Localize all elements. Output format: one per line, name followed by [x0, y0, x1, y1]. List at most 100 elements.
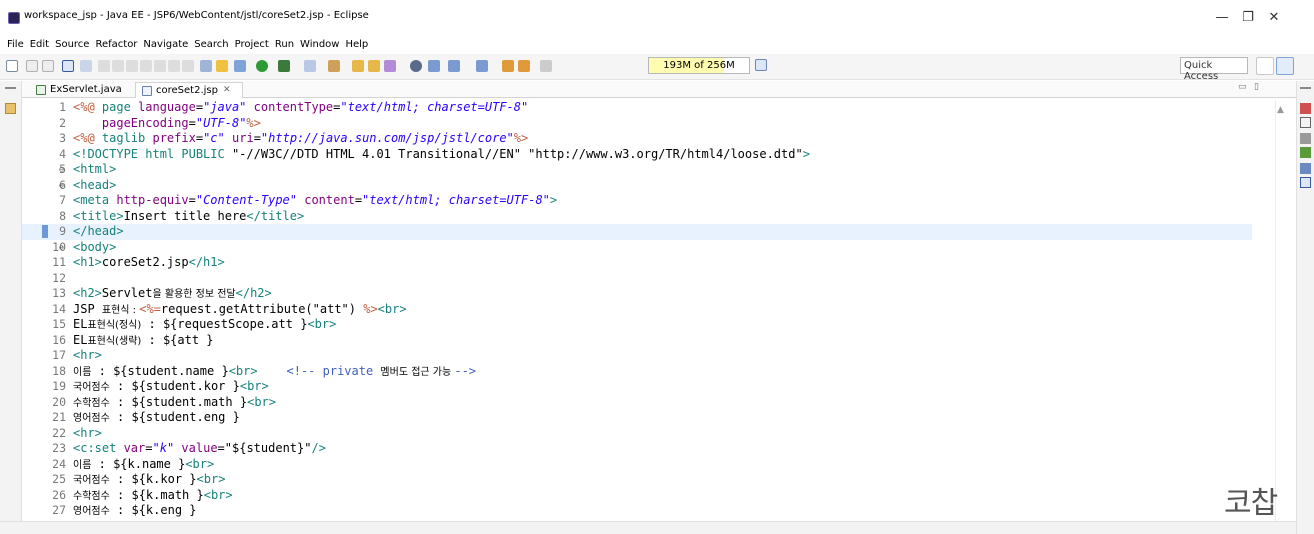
new-server-icon[interactable]	[304, 60, 316, 72]
code-line[interactable]: 16 EL표현식(생략) : ${att }	[22, 333, 1252, 349]
data-source-icon[interactable]	[1300, 163, 1311, 174]
code-line[interactable]: 5 ⊖ <html>	[22, 162, 1252, 178]
code-line[interactable]: 7 <meta http-equiv="Content-Type" content…	[22, 193, 1252, 209]
console-icon[interactable]	[1300, 177, 1311, 188]
quick-access-input[interactable]: Quick Access	[1180, 57, 1248, 82]
code-line[interactable]: 8 <title>Insert title here</title>	[22, 209, 1252, 225]
servers-icon[interactable]	[200, 60, 212, 72]
code-editor[interactable]: 1 <%@ page language="java" contentType="t…	[22, 100, 1296, 521]
terminal-icon[interactable]	[62, 60, 74, 72]
code-line[interactable]: 25 국어점수 : ${k.kor }<br>	[22, 472, 1252, 488]
left-trim-stack	[0, 81, 22, 534]
markers-icon[interactable]	[1300, 133, 1311, 144]
toggle-mark-icon[interactable]	[410, 60, 422, 72]
tab-label: coreSet2.jsp	[156, 85, 218, 96]
save-icon[interactable]	[26, 60, 38, 72]
annotation-icon[interactable]	[428, 60, 440, 72]
code-line[interactable]: 26 수학점수 : ${k.math }<br>	[22, 488, 1252, 504]
vertical-scrollbar[interactable]	[1275, 100, 1292, 521]
code-line[interactable]: 27 영어점수 : ${k.eng }	[22, 503, 1252, 519]
code-line[interactable]: 6 ⊖ <head>	[22, 178, 1252, 194]
project-explorer-icon[interactable]	[5, 103, 16, 114]
save-all-icon[interactable]	[42, 60, 54, 72]
code-line[interactable]: 4 <!DOCTYPE html PUBLIC "-//W3C//DTD HTML…	[22, 147, 1252, 163]
status-bar	[0, 521, 1296, 534]
back-icon[interactable]	[518, 60, 530, 72]
code-line[interactable]: 15 EL표현식(정식) : ${requestScope.att }<br>	[22, 317, 1252, 333]
code-line[interactable]: 1 <%@ page language="java" contentType="t…	[22, 100, 1252, 116]
scroll-up-icon[interactable]: ▲	[1277, 105, 1284, 115]
java-ee-perspective-icon[interactable]	[1276, 57, 1294, 75]
code-line[interactable]: 18 이름 : ${student.name }<br> <!-- private…	[22, 364, 1252, 380]
menu-search[interactable]: Search	[191, 36, 231, 50]
code-line[interactable]: 23 <c:set var="k" value="${student}"/>	[22, 441, 1252, 457]
skip-breakpoints-icon[interactable]	[80, 60, 92, 72]
code-line[interactable]: 17 <hr>	[22, 348, 1252, 364]
step-return-icon[interactable]	[182, 60, 194, 72]
fold-toggle-icon[interactable]: ⊖	[59, 240, 64, 256]
external-tools-icon[interactable]	[216, 60, 228, 72]
next-annotation-icon[interactable]	[448, 60, 460, 72]
menu-file[interactable]: File	[4, 36, 27, 50]
previous-annotation-icon[interactable]	[476, 60, 488, 72]
line-number: 18	[52, 363, 66, 378]
restore-icon[interactable]	[1300, 87, 1311, 98]
code-line[interactable]: 3 <%@ taglib prefix="c" uri="http://java.…	[22, 131, 1252, 147]
code-line[interactable]: 24 이름 : ${k.name }<br>	[22, 457, 1252, 473]
disconnect-icon[interactable]	[140, 60, 152, 72]
code-line[interactable]: 2 pageEncoding="UTF-8"%>	[22, 116, 1252, 132]
open-folder-icon[interactable]	[368, 60, 380, 72]
task-list-icon[interactable]	[1300, 117, 1311, 128]
step-into-icon[interactable]	[154, 60, 166, 72]
line-number: 11	[52, 255, 66, 269]
restore-icon[interactable]	[5, 87, 16, 98]
servers-view-icon[interactable]	[1300, 147, 1311, 158]
code-line[interactable]: 13 <h2>Servlet을 활용한 정보 전달</h2>	[22, 286, 1252, 302]
step-over-icon[interactable]	[168, 60, 180, 72]
last-edit-icon[interactable]	[502, 60, 514, 72]
line-number: 8	[59, 208, 66, 223]
menu-refactor[interactable]: Refactor	[92, 36, 140, 50]
debug-icon[interactable]	[234, 60, 246, 72]
run-icon[interactable]	[256, 60, 268, 72]
open-perspective-icon[interactable]	[1256, 57, 1274, 75]
code-line[interactable]: 10 ⊖ <body>	[22, 240, 1252, 256]
menu-edit[interactable]: Edit	[27, 36, 52, 50]
forward-icon[interactable]	[540, 60, 552, 72]
open-type-icon[interactable]	[352, 60, 364, 72]
maximize-editor-icon[interactable]: ▯	[1254, 82, 1259, 92]
code-line[interactable]: 19 국어점수 : ${student.kor }<br>	[22, 379, 1252, 395]
minimize-editor-icon[interactable]: ▭	[1238, 82, 1247, 92]
code-line[interactable]: 22 <hr>	[22, 426, 1252, 442]
coverage-icon[interactable]	[278, 60, 290, 72]
fold-toggle-icon[interactable]: ⊖	[59, 178, 64, 194]
new-project-icon[interactable]	[328, 60, 340, 72]
tab-exservlet-java[interactable]: ExServlet.java	[30, 82, 134, 98]
new-icon[interactable]	[6, 60, 18, 72]
resume-icon[interactable]	[98, 60, 110, 72]
search-icon[interactable]	[384, 60, 396, 72]
close-button[interactable]: ✕	[1252, 6, 1296, 30]
menu-window[interactable]: Window	[297, 36, 342, 50]
menu-navigate[interactable]: Navigate	[140, 36, 191, 50]
code-line[interactable]: 21 영어점수 : ${student.eng }	[22, 410, 1252, 426]
close-icon[interactable]: ✕	[223, 85, 231, 95]
menu-run[interactable]: Run	[272, 36, 297, 50]
code-line[interactable]: 14 JSP 표현식 : <%=request.getAttribute("att…	[22, 302, 1252, 318]
menu-source[interactable]: Source	[52, 36, 92, 50]
fold-toggle-icon[interactable]: ⊖	[59, 162, 64, 178]
code-line[interactable]: 12	[22, 271, 1252, 287]
code-line[interactable]: 11 <h1>coreSet2.jsp</h1>	[22, 255, 1252, 271]
terminate-icon[interactable]	[126, 60, 138, 72]
code-text: <h2>Servlet을 활용한 정보 전달</h2>	[73, 286, 272, 300]
trash-icon[interactable]	[755, 59, 767, 71]
tab-coreset2-jsp[interactable]: coreSet2.jsp ✕	[135, 82, 243, 98]
suspend-icon[interactable]	[112, 60, 124, 72]
line-number: 1	[59, 100, 66, 114]
outline-icon[interactable]	[1300, 103, 1311, 114]
menu-help[interactable]: Help	[342, 36, 371, 50]
code-line[interactable]: 20 수학점수 : ${student.math }<br>	[22, 395, 1252, 411]
code-line[interactable]: 9 </head>	[22, 224, 1252, 240]
menu-project[interactable]: Project	[232, 36, 272, 50]
heap-status: 193M of 256M	[648, 57, 750, 74]
